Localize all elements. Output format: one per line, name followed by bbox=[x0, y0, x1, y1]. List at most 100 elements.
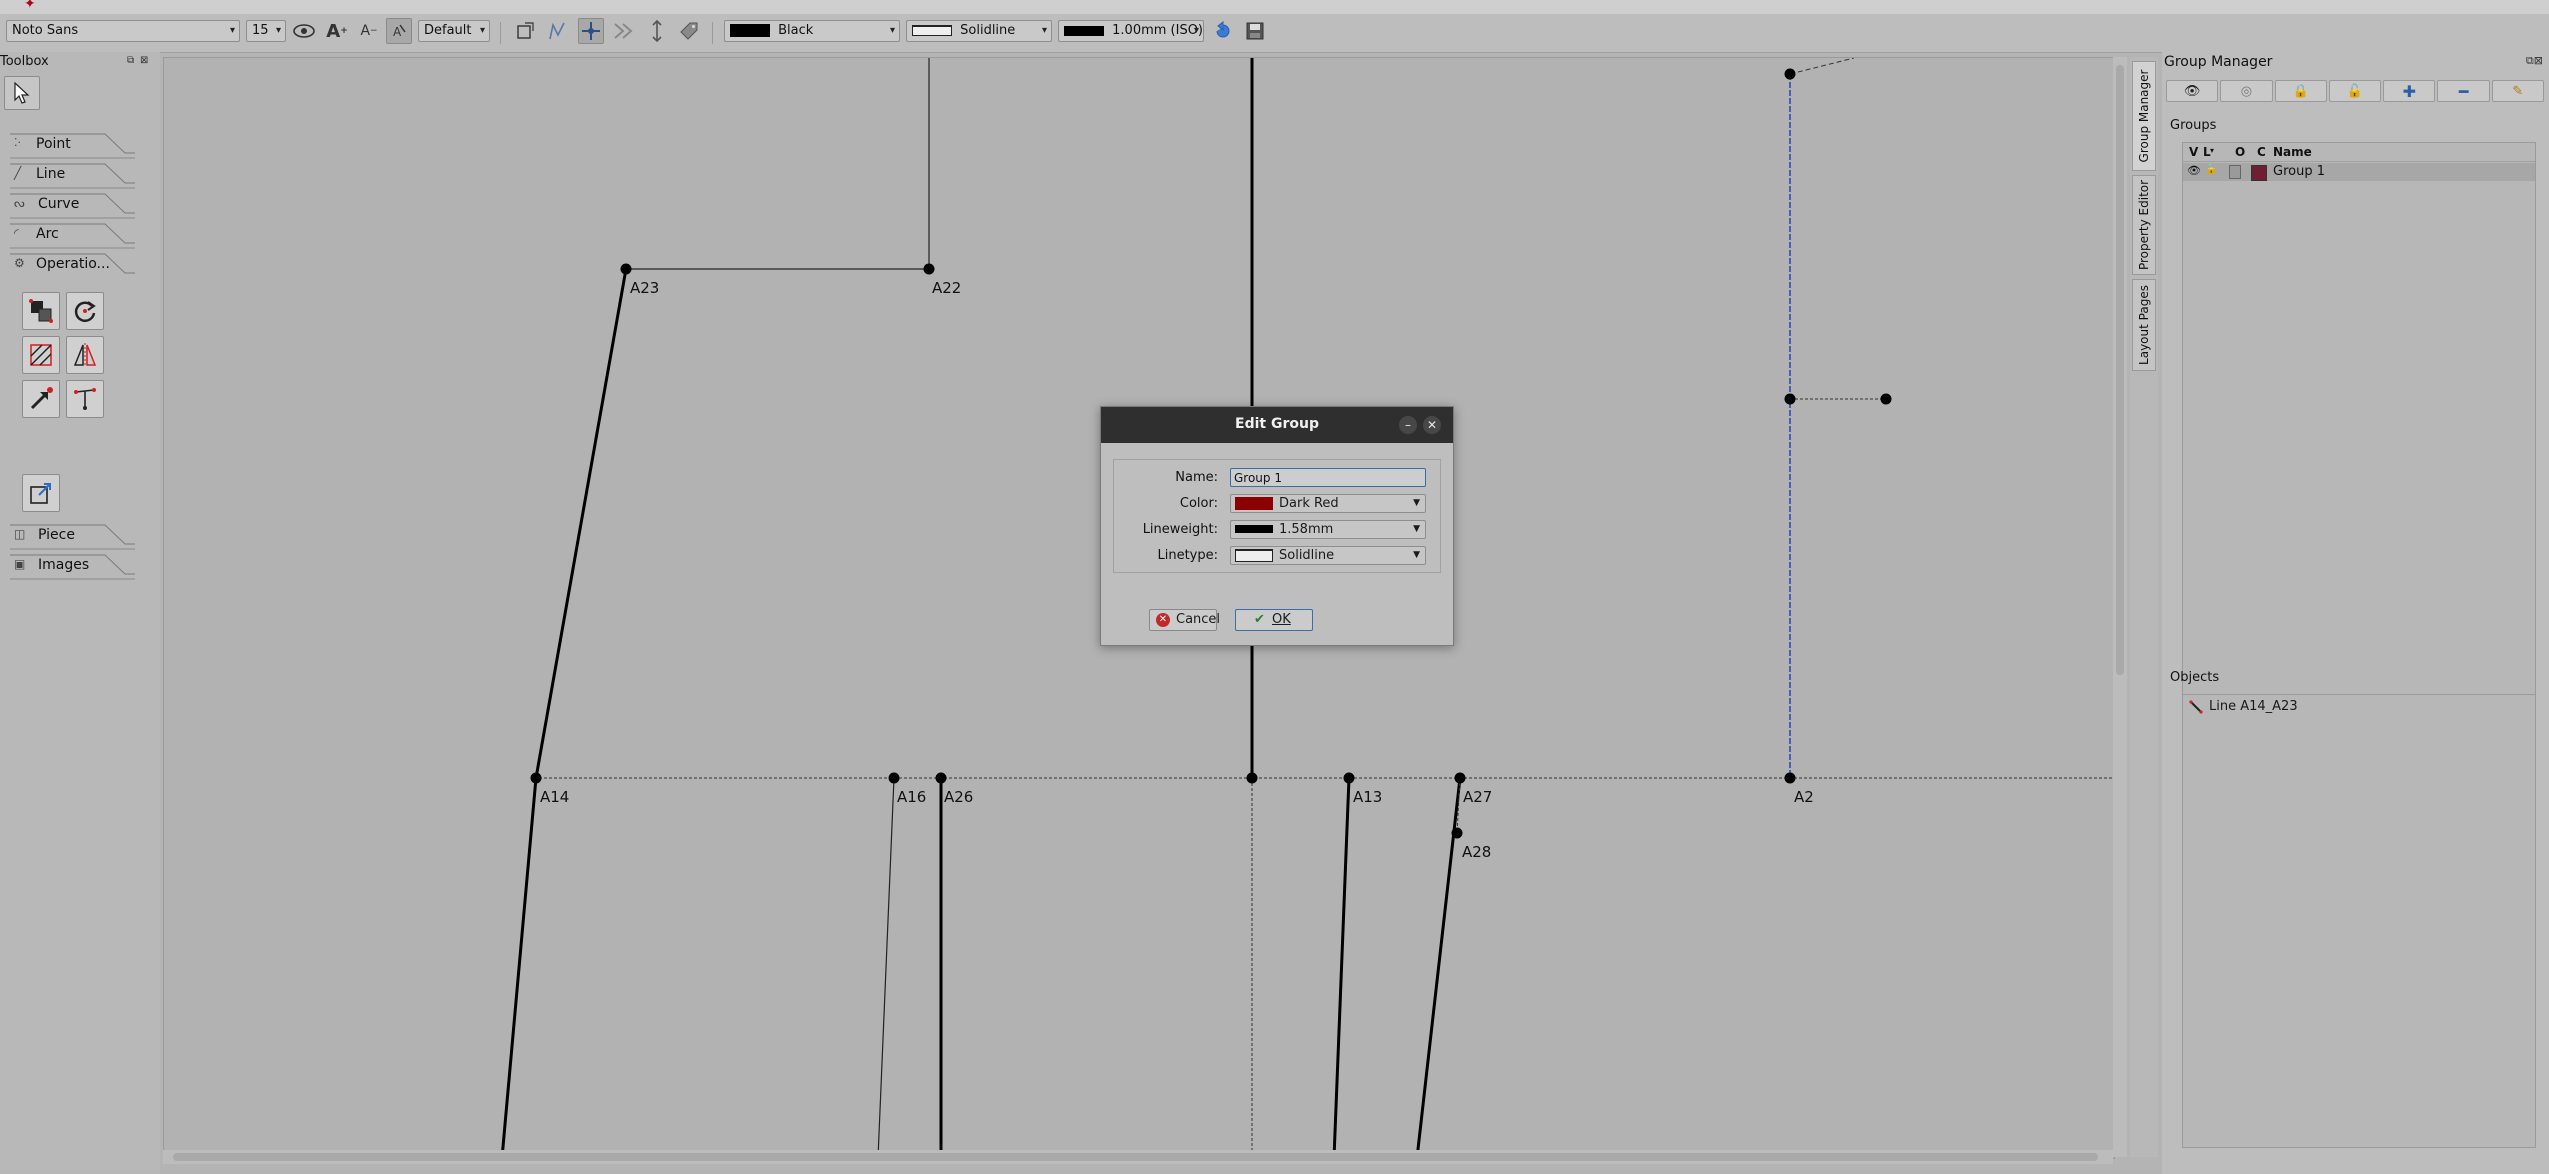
pen-color-value: Black bbox=[778, 23, 814, 38]
true-darts-button[interactable] bbox=[66, 380, 104, 418]
linetype-row: Linetype: Solidline ▼ bbox=[1114, 546, 1440, 566]
section-line[interactable]: ╱ Line bbox=[10, 163, 135, 189]
tab-group-manager[interactable]: Group Manager bbox=[2132, 61, 2156, 171]
show-labels-eye-icon[interactable] bbox=[291, 18, 317, 44]
export-details-button[interactable] bbox=[22, 474, 60, 512]
chevron-down-icon: ▾ bbox=[479, 25, 485, 36]
group-color-swatch[interactable] bbox=[2251, 165, 2267, 181]
close-icon[interactable]: ✕ bbox=[1423, 416, 1441, 434]
font-decrease-icon[interactable]: A − bbox=[356, 18, 382, 44]
canvas-horizontal-scrollbar[interactable] bbox=[163, 1150, 2113, 1164]
move-button[interactable] bbox=[22, 380, 60, 418]
save-icon[interactable] bbox=[1242, 18, 1268, 44]
rotate-button[interactable] bbox=[66, 292, 104, 330]
close-icon[interactable]: ⊠ bbox=[140, 55, 148, 66]
minimize-icon[interactable]: – bbox=[1399, 416, 1417, 434]
point-center[interactable] bbox=[1246, 772, 1258, 784]
list-item[interactable]: Line A14_A23 bbox=[2187, 698, 2531, 716]
section-images[interactable]: ▣ Images bbox=[10, 554, 135, 580]
vertical-measure-icon[interactable] bbox=[644, 18, 670, 44]
float-panel-icon[interactable]: ⧉ bbox=[127, 55, 134, 66]
group-name-input[interactable] bbox=[1230, 468, 1426, 487]
line-a2-top bbox=[1789, 58, 1855, 75]
remove-group-icon[interactable]: ━ bbox=[2437, 80, 2490, 102]
col-visible[interactable]: V bbox=[2189, 145, 2198, 159]
objects-list[interactable]: Line A14_A23 bbox=[2182, 694, 2536, 1148]
section-point-label: Point bbox=[36, 136, 71, 152]
pen-weight-combo[interactable]: 1.00mm (ISO) ▾ bbox=[1058, 20, 1204, 42]
chevron-down-icon: ▾ bbox=[1041, 25, 1047, 36]
point-mid-far[interactable] bbox=[1880, 393, 1892, 405]
ok-button[interactable]: ✔ OK bbox=[1235, 609, 1313, 631]
group-objects-button[interactable] bbox=[22, 292, 60, 330]
section-point[interactable]: ⁚· Point bbox=[10, 133, 135, 159]
point-a26[interactable] bbox=[935, 772, 947, 784]
tab-property-editor[interactable]: Property Editor bbox=[2132, 175, 2156, 275]
hide-all-eye-icon[interactable]: ◎ bbox=[2220, 80, 2273, 102]
scroll-thumb[interactable] bbox=[173, 1153, 2098, 1161]
point-a27[interactable] bbox=[1454, 772, 1466, 784]
section-piece-label: Piece bbox=[38, 527, 75, 543]
font-size-combo[interactable]: 15 ▾ bbox=[246, 20, 286, 42]
groups-table[interactable]: V L ▾ O C Name 👁 🔒 Group 1 bbox=[2182, 142, 2536, 700]
unlock-icon[interactable]: 🔓 bbox=[2328, 80, 2382, 102]
label-style-value: Default bbox=[424, 23, 472, 38]
linetype-combo[interactable]: Solidline ▼ bbox=[1230, 546, 1426, 565]
section-arc-label: Arc bbox=[36, 226, 59, 242]
section-curve[interactable]: ᔓ Curve bbox=[10, 193, 135, 219]
lock-icon[interactable]: 🔒 bbox=[2274, 80, 2327, 102]
show-all-eye-icon[interactable]: 👁 bbox=[2166, 80, 2219, 102]
point-a2[interactable] bbox=[1784, 772, 1796, 784]
pen-style-combo[interactable]: Solidline ▾ bbox=[906, 20, 1052, 42]
add-group-icon[interactable]: ✚ bbox=[2383, 80, 2436, 102]
toolbox-title: Toolbox bbox=[0, 54, 49, 69]
edit-group-pencil-icon[interactable]: ✎ bbox=[2491, 80, 2544, 102]
tab-layout-pages[interactable]: Layout Pages bbox=[2132, 279, 2156, 371]
snap-crosshair-icon[interactable] bbox=[578, 18, 604, 44]
edit-group-dialog: Edit Group – ✕ Name: Color: Dark Red ▼ L… bbox=[1100, 406, 1454, 646]
point-top-right[interactable] bbox=[1784, 68, 1796, 80]
scroll-thumb[interactable] bbox=[2116, 65, 2124, 675]
lineweight-combo[interactable]: 1.58mm ▼ bbox=[1230, 520, 1426, 539]
visible-eye-icon[interactable]: 👁 bbox=[2187, 164, 2201, 177]
label-style-combo[interactable]: Default ▾ bbox=[418, 20, 490, 42]
color-combo[interactable]: Dark Red ▼ bbox=[1230, 494, 1426, 513]
point-a23[interactable] bbox=[620, 263, 632, 275]
col-color[interactable]: C bbox=[2257, 145, 2266, 159]
point-a14[interactable] bbox=[530, 772, 542, 784]
section-arc[interactable]: ◜ Arc bbox=[10, 223, 135, 249]
float-close-icons[interactable]: ⧉⊠ bbox=[2526, 54, 2543, 68]
tag-icon[interactable] bbox=[676, 18, 702, 44]
point-a28[interactable] bbox=[1451, 827, 1463, 839]
section-operations[interactable]: ⚙ Operatio... bbox=[10, 253, 135, 279]
point-a16[interactable] bbox=[888, 772, 900, 784]
lock-icon[interactable]: 🔒 bbox=[2205, 164, 2217, 175]
double-arrow-icon[interactable] bbox=[610, 18, 636, 44]
flip-by-line-button[interactable] bbox=[22, 336, 60, 374]
point-mid-right[interactable] bbox=[1784, 393, 1796, 405]
lineweight-row: Lineweight: 1.58mm ▼ bbox=[1114, 520, 1440, 540]
canvas-vertical-scrollbar[interactable] bbox=[2113, 57, 2127, 1157]
col-open[interactable]: O bbox=[2235, 145, 2245, 159]
reset-icon[interactable] bbox=[1210, 18, 1236, 44]
pointer-tool-button[interactable] bbox=[4, 76, 40, 110]
font-family-combo[interactable]: Noto Sans ▾ bbox=[6, 20, 240, 42]
spline-path-icon[interactable] bbox=[544, 18, 570, 44]
cancel-button[interactable]: ✕ Cancel bbox=[1149, 609, 1220, 631]
point-a13[interactable] bbox=[1343, 772, 1355, 784]
clipboard-icon[interactable] bbox=[2229, 165, 2241, 179]
pen-color-combo[interactable]: Black ▾ bbox=[724, 20, 900, 42]
linetype-value: Solidline bbox=[1279, 548, 1335, 563]
curve-node-icon[interactable] bbox=[512, 18, 538, 44]
pen-color-swatch bbox=[730, 24, 770, 37]
label-a23: A23 bbox=[630, 279, 659, 297]
section-piece[interactable]: ◫ Piece bbox=[10, 524, 135, 550]
label-style-icon[interactable]: A bbox=[386, 18, 412, 44]
col-name[interactable]: Name bbox=[2273, 145, 2312, 159]
dialog-title-bar[interactable]: Edit Group – ✕ bbox=[1101, 407, 1453, 443]
font-increase-icon[interactable]: A + bbox=[324, 18, 350, 44]
table-row[interactable]: 👁 🔒 Group 1 bbox=[2183, 163, 2535, 181]
flip-by-axis-button[interactable] bbox=[66, 336, 104, 374]
point-a22[interactable] bbox=[923, 263, 935, 275]
lineweight-label: Lineweight: bbox=[1142, 522, 1218, 537]
